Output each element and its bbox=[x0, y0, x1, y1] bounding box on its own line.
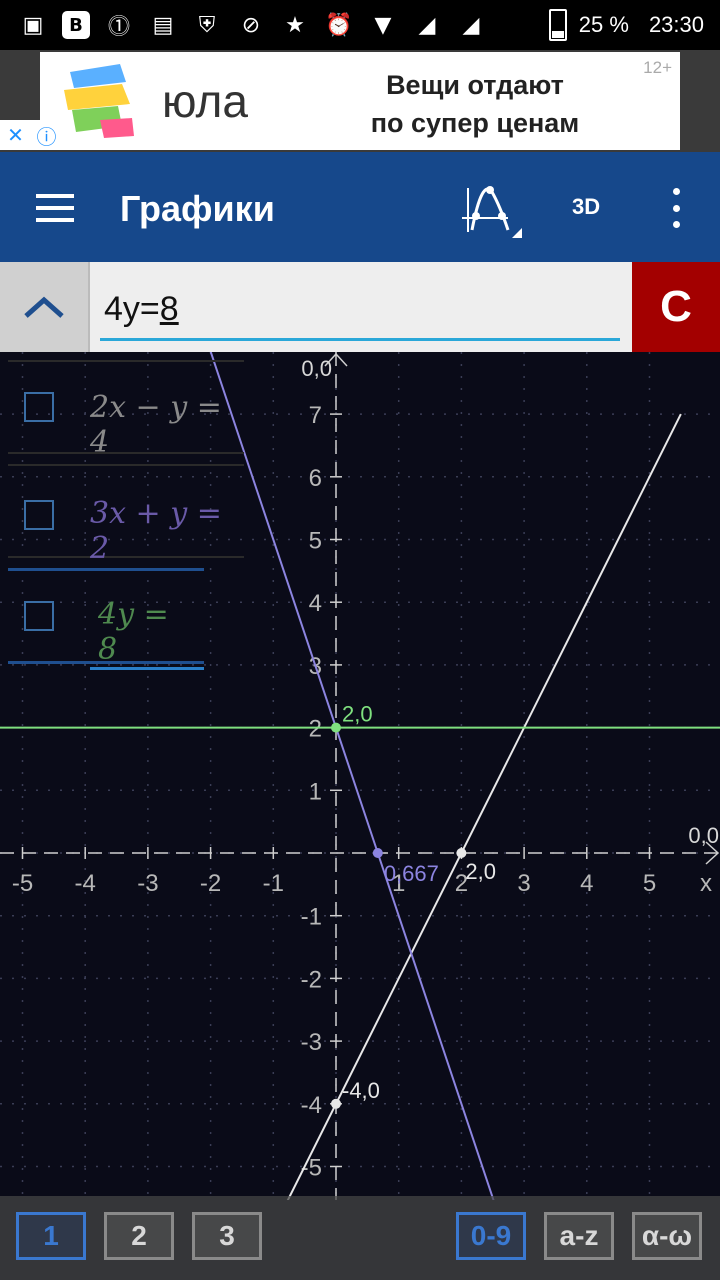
app-title: Графики bbox=[120, 188, 275, 229]
expression-bar: 4y=8 C bbox=[0, 262, 720, 352]
collapse-button[interactable] bbox=[0, 262, 90, 352]
y-tick-label: -2 bbox=[301, 966, 322, 993]
signal-icon: ◢ bbox=[418, 12, 436, 38]
ad-info-icon[interactable]: ⓘ bbox=[31, 120, 62, 150]
expression-cursor-digit: 8 bbox=[159, 290, 179, 328]
clear-button[interactable]: C bbox=[632, 262, 720, 352]
ad-close-icon[interactable]: ✕ bbox=[0, 120, 31, 150]
menu-icon[interactable] bbox=[36, 194, 74, 222]
x-tick-label: 5 bbox=[643, 870, 656, 897]
origin-label: 0,0 bbox=[301, 356, 332, 381]
clock: 23:30 bbox=[648, 12, 704, 37]
intercept-label: 2,0 bbox=[465, 859, 496, 884]
shield-icon: ⛨ bbox=[198, 12, 216, 38]
tab-2[interactable]: 2 bbox=[104, 1212, 174, 1260]
y-tick-label: -4 bbox=[301, 1092, 322, 1119]
mode-digits[interactable]: 0-9 bbox=[456, 1212, 526, 1260]
chevron-up-icon bbox=[24, 296, 64, 318]
intercept-point bbox=[331, 722, 341, 733]
intercept-label: 2,0 bbox=[342, 702, 373, 727]
tab-1[interactable]: 1 bbox=[16, 1212, 86, 1260]
equation-checkbox[interactable] bbox=[24, 500, 54, 530]
equation-checkbox[interactable] bbox=[24, 392, 54, 422]
yula-logo-icon bbox=[64, 64, 134, 138]
y-tick-label: -3 bbox=[301, 1029, 322, 1056]
battery-level: 25 % bbox=[578, 12, 629, 37]
app-store-icon: ▤ bbox=[152, 12, 174, 38]
ad-age-rating: 12+ bbox=[643, 58, 672, 77]
ad-text: Вещи отдают по супер ценам bbox=[370, 70, 580, 138]
wifi-icon: ▼ bbox=[374, 12, 392, 38]
y-tick-label: 1 bbox=[309, 778, 322, 805]
intercept-point bbox=[331, 1098, 341, 1109]
alarm-icon: ⏰ bbox=[325, 12, 353, 38]
x-tick-label: -4 bbox=[75, 870, 96, 897]
x-axis-label: x bbox=[700, 870, 712, 897]
image-icon: ▣ bbox=[22, 12, 44, 38]
y-tick-label: 5 bbox=[309, 528, 322, 555]
x-tick-label: -5 bbox=[12, 870, 33, 897]
equation-text: 2x − y = 4 bbox=[90, 390, 222, 460]
x-tick-label: 4 bbox=[580, 870, 593, 897]
y-tick-label: 4 bbox=[309, 590, 322, 617]
x-tick-label: -1 bbox=[263, 870, 284, 897]
series-line bbox=[209, 352, 495, 1200]
block-icon: ⊘ bbox=[241, 12, 261, 38]
status-bar: ▣ B ⓵ ▤ ⛨ ⊘ ★ ⏰ ▼ ◢ ◢ 25 % 23:30 bbox=[0, 0, 720, 50]
alert-icon: ⓵ bbox=[107, 15, 130, 40]
ad-controls: ✕ ⓘ bbox=[0, 120, 62, 150]
intercept-point bbox=[456, 848, 467, 858]
equation-item[interactable]: 3x + y = 2 bbox=[8, 464, 244, 566]
mode-latin[interactable]: a-z bbox=[544, 1212, 614, 1260]
ad-brand: юла bbox=[162, 75, 248, 127]
x-tick-label: -3 bbox=[137, 870, 158, 897]
intercept-label: -4,0 bbox=[342, 1078, 380, 1103]
tab-3[interactable]: 3 bbox=[192, 1212, 262, 1260]
mode-greek[interactable]: α-ω bbox=[632, 1212, 702, 1260]
graph-mode-icon[interactable] bbox=[462, 182, 522, 238]
keyboard-tabs-bar: 1 2 3 0-9 a-z α-ω bbox=[0, 1196, 720, 1280]
equation-item-selected[interactable]: 4y = 8 bbox=[8, 568, 204, 670]
expression-text: 4y= bbox=[104, 290, 160, 328]
x-axis-end-label: 0,0 bbox=[688, 823, 719, 848]
intercept-label: 0,667 bbox=[384, 861, 439, 886]
equation-text: 3x + y = 2 bbox=[90, 496, 222, 566]
y-tick-label: 7 bbox=[309, 402, 322, 429]
y-tick-label: -1 bbox=[301, 904, 322, 931]
intercept-point bbox=[372, 848, 383, 858]
star-icon: ★ bbox=[285, 12, 305, 38]
app-bar: Графики 3D bbox=[0, 152, 720, 262]
3d-button[interactable]: 3D bbox=[572, 194, 600, 220]
ad-banner[interactable]: юла Вещи отдают по супер ценам 12+ bbox=[40, 52, 680, 150]
x-tick-label: 3 bbox=[517, 870, 530, 897]
more-options-icon[interactable] bbox=[666, 188, 686, 228]
equation-text: 4y = 8 bbox=[90, 597, 204, 670]
x-tick-label: -2 bbox=[200, 870, 221, 897]
equation-item[interactable]: 2x − y = 4 bbox=[8, 360, 244, 460]
vk-icon: B bbox=[62, 11, 90, 39]
battery-icon bbox=[548, 9, 567, 41]
equation-checkbox[interactable] bbox=[24, 601, 54, 631]
signal2-icon: ◢ bbox=[462, 12, 480, 38]
y-tick-label: 2 bbox=[309, 716, 322, 743]
expression-input[interactable]: 4y=8 bbox=[100, 282, 620, 341]
y-tick-label: 6 bbox=[309, 465, 322, 492]
